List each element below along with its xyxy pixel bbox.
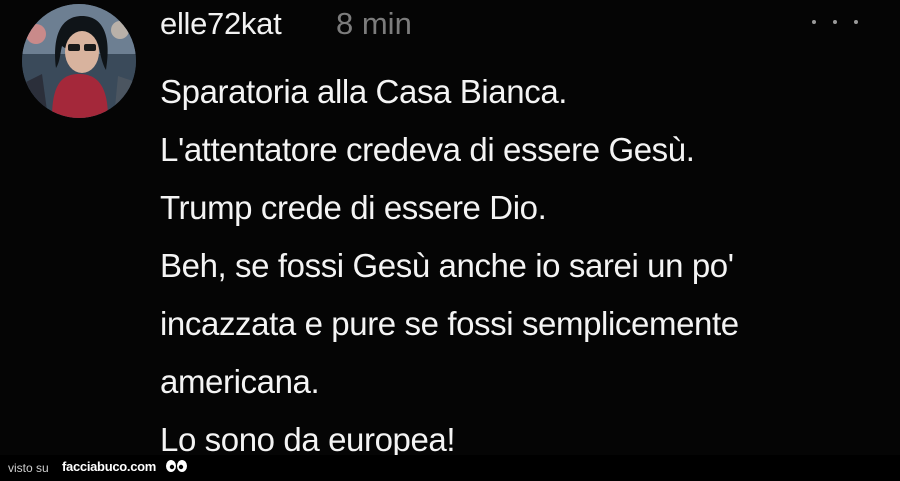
comment-line: Sparatoria alla Casa Bianca. [160, 73, 568, 110]
comment-line: Beh, se fossi Gesù anche io sarei un po' [160, 247, 734, 284]
comment-line: americana. [160, 363, 320, 400]
comment-line: incazzata e pure se fossi semplicemente [160, 305, 739, 342]
dot [833, 20, 837, 24]
dot [854, 20, 858, 24]
comment-line: Trump crede di essere Dio. [160, 189, 547, 226]
comment-text: Sparatoria alla Casa Bianca. L'attentato… [160, 63, 880, 469]
avatar[interactable] [22, 4, 136, 118]
username[interactable]: elle72kat [160, 6, 282, 42]
timestamp: 8 min [336, 6, 412, 41]
ellipsis-icon[interactable] [812, 12, 858, 32]
dot [812, 20, 816, 24]
comment-card: elle72kat 8 min Sparatoria alla Casa Bia… [0, 0, 900, 458]
eyes-icon [165, 458, 189, 481]
visto-su-label: visto su [8, 461, 49, 475]
watermark-bar: visto su facciabuco.com [0, 455, 900, 480]
brand-logo-text: facciabuco.com [62, 459, 157, 474]
comment-line: L'attentatore credeva di essere Gesù. [160, 131, 695, 168]
